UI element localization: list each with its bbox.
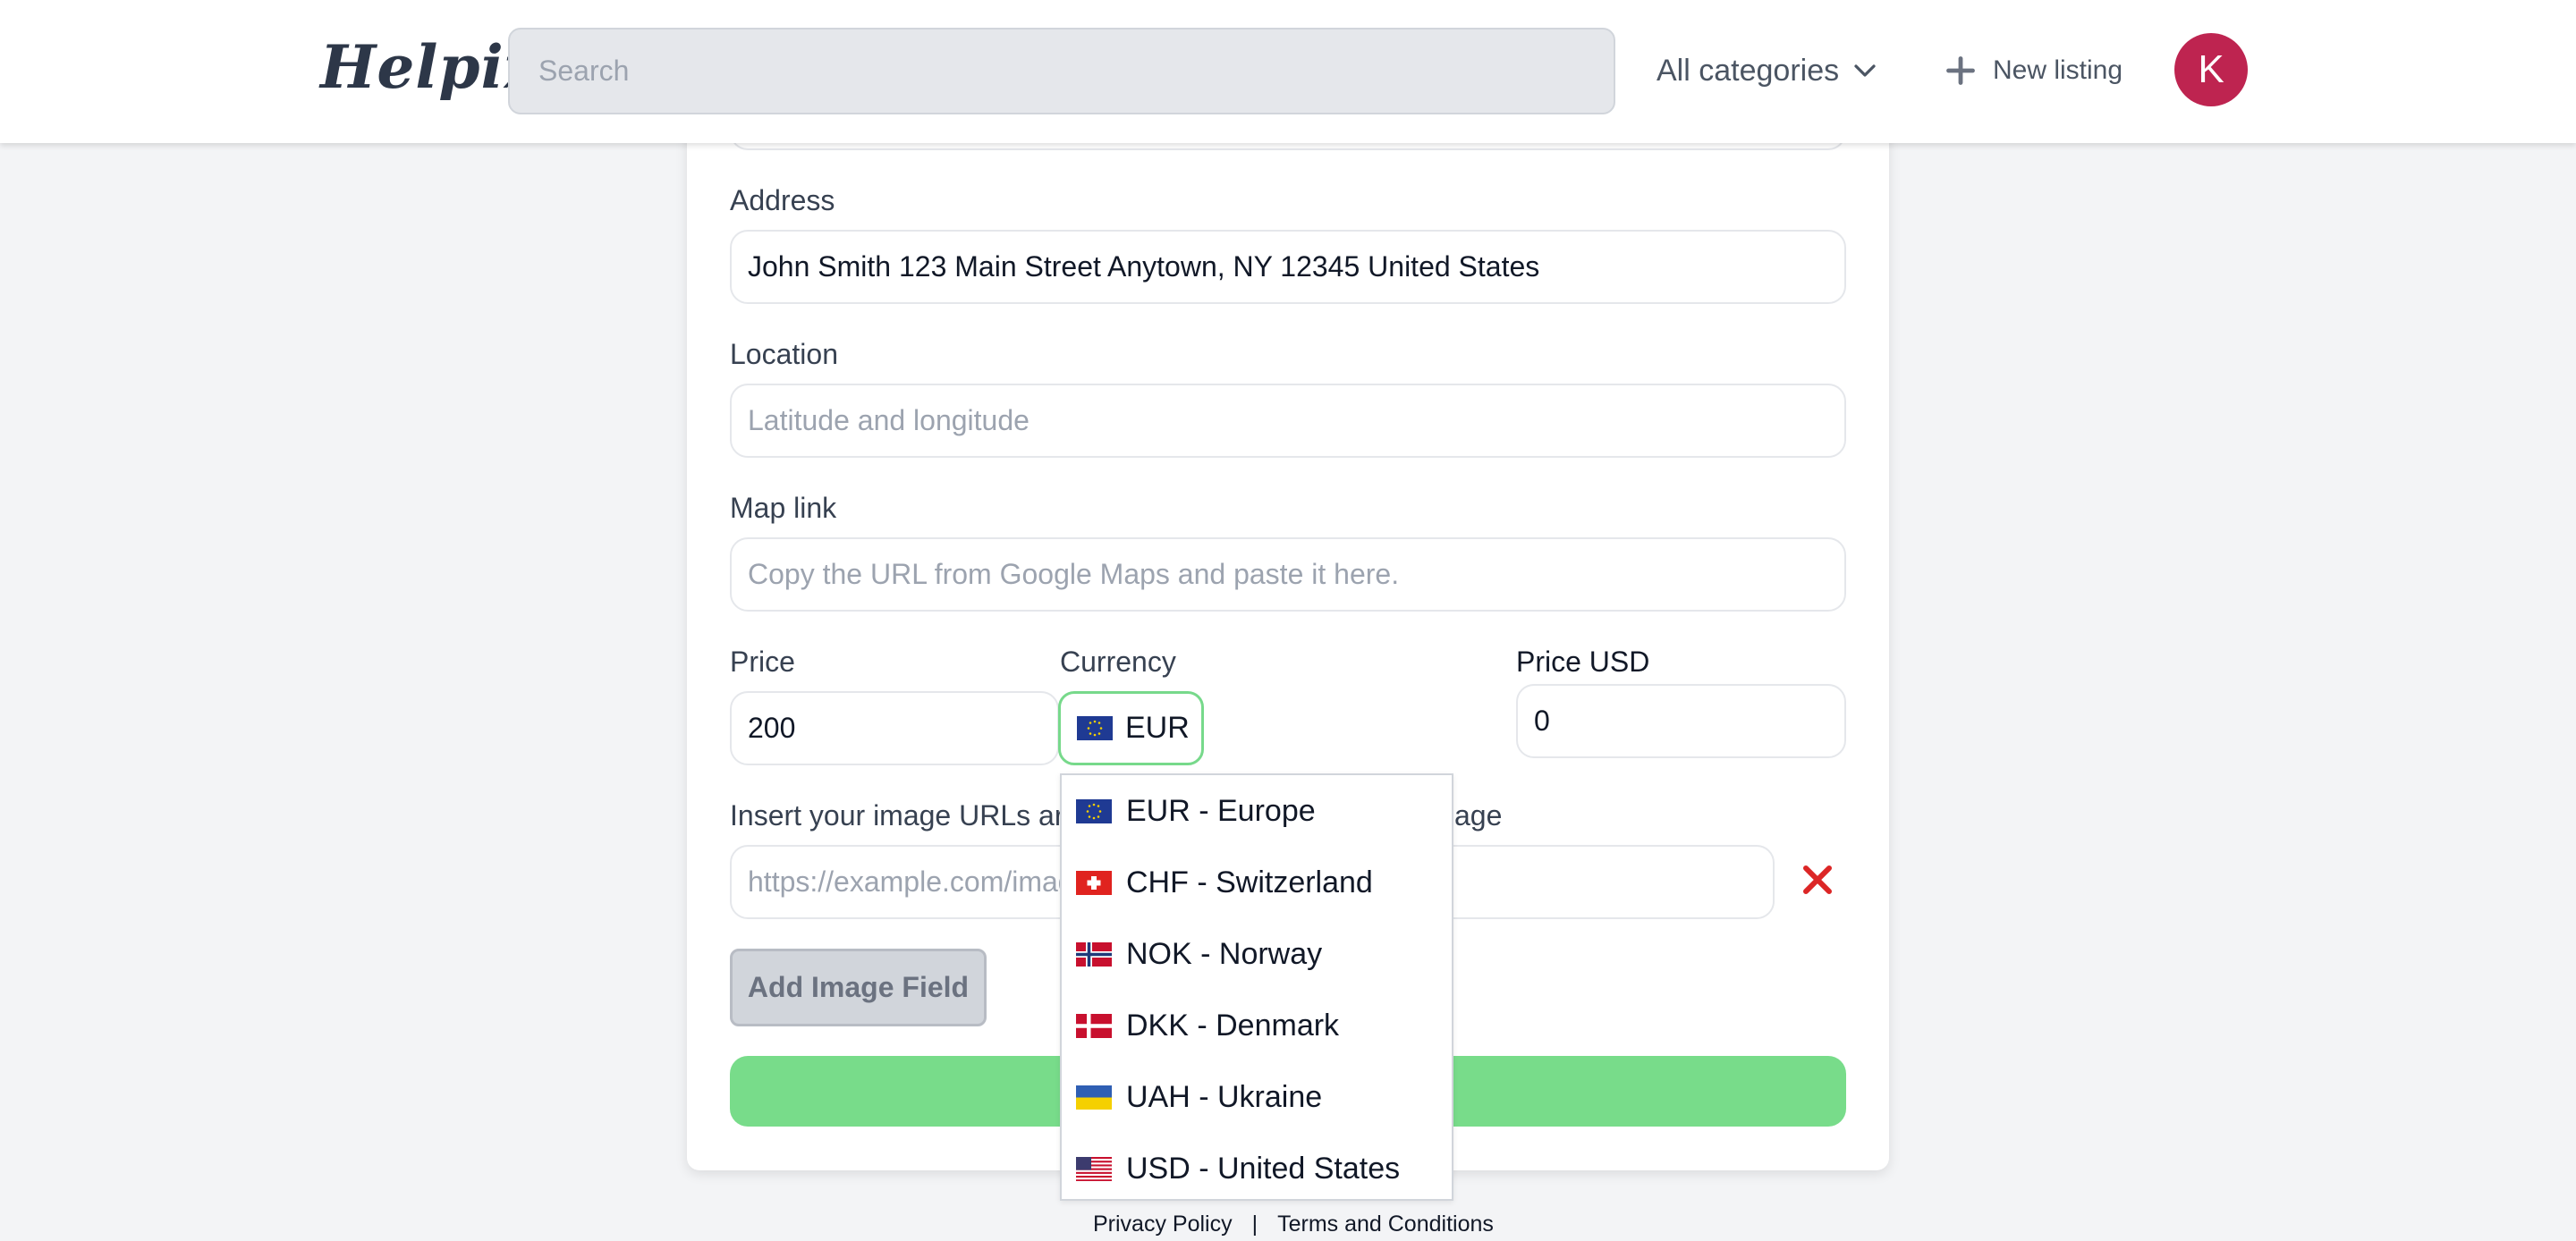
image-urls-label: Insert your image URLs ar — [730, 799, 1064, 832]
currency-option-nok[interactable]: NOK - Norway — [1062, 918, 1452, 990]
map-link-label: Map link — [730, 492, 837, 524]
location-label: Location — [730, 338, 838, 370]
user-avatar[interactable]: K — [2174, 33, 2248, 106]
currency-option-chf[interactable]: CHF - Switzerland — [1062, 847, 1452, 918]
currency-selected-value: EUR — [1125, 711, 1190, 745]
privacy-policy-link[interactable]: Privacy Policy — [1093, 1211, 1233, 1237]
image-urls-label-tail: age — [1454, 799, 1503, 832]
currency-option-label: UAH - Ukraine — [1126, 1079, 1323, 1114]
price-input[interactable] — [730, 691, 1059, 765]
chevron-down-icon — [1852, 57, 1878, 84]
new-listing-button[interactable]: New listing — [1945, 46, 2123, 95]
price-usd-input[interactable] — [1516, 684, 1846, 758]
all-categories-dropdown[interactable]: All categories — [1657, 46, 1878, 95]
currency-option-label: DKK - Denmark — [1126, 1008, 1340, 1043]
currency-option-uah[interactable]: UAH - Ukraine — [1062, 1061, 1452, 1133]
currency-option-label: USD - United States — [1126, 1151, 1401, 1186]
currency-option-dkk[interactable]: DKK - Denmark — [1062, 990, 1452, 1061]
norway-flag-icon — [1076, 941, 1112, 967]
currency-option-label: NOK - Norway — [1126, 936, 1323, 971]
terms-link[interactable]: Terms and Conditions — [1277, 1211, 1494, 1237]
location-input[interactable] — [730, 384, 1846, 458]
currency-label: Currency — [1060, 646, 1176, 678]
footer-links: Privacy Policy | Terms and Conditions — [1093, 1211, 1494, 1237]
footer-separator: | — [1251, 1211, 1258, 1237]
map-link-input[interactable] — [730, 537, 1846, 612]
add-image-field-button[interactable]: Add Image Field — [730, 949, 987, 1026]
eu-flag-icon — [1077, 716, 1113, 740]
currency-dropdown-menu: EUR - Europe CHF - Switzerland NOK - Nor… — [1060, 773, 1453, 1201]
price-usd-label: Price USD — [1516, 646, 1650, 678]
search-input[interactable] — [508, 28, 1615, 114]
currency-select[interactable]: EUR — [1058, 691, 1204, 765]
denmark-flag-icon — [1076, 1013, 1112, 1038]
remove-image-field-icon[interactable] — [1798, 860, 1837, 899]
top-header: Helpix All categories New listing K — [0, 0, 2576, 143]
categories-label: All categories — [1657, 53, 1840, 88]
usa-flag-icon — [1076, 1156, 1112, 1181]
currency-option-label: EUR - Europe — [1126, 793, 1316, 828]
currency-option-label: CHF - Switzerland — [1126, 865, 1373, 899]
switzerland-flag-icon — [1076, 870, 1112, 895]
address-input[interactable] — [730, 230, 1846, 304]
new-listing-label: New listing — [1993, 55, 2123, 85]
price-label: Price — [730, 646, 795, 678]
currency-option-eur[interactable]: EUR - Europe — [1062, 775, 1452, 847]
eu-flag-icon — [1076, 798, 1112, 823]
ukraine-flag-icon — [1076, 1085, 1112, 1110]
address-label: Address — [730, 184, 835, 216]
plus-icon — [1945, 55, 1977, 87]
currency-option-usd[interactable]: USD - United States — [1062, 1133, 1452, 1204]
